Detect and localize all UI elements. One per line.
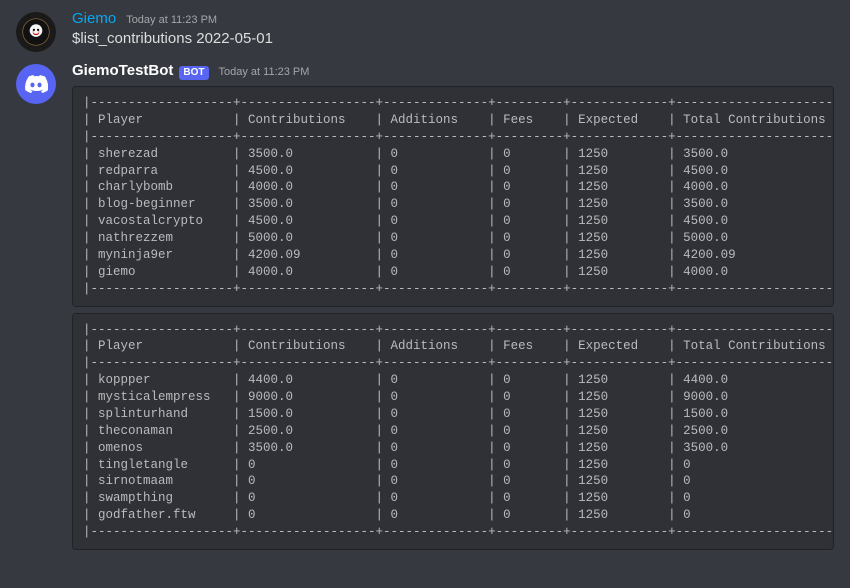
timestamp: Today at 11:23 PM — [126, 14, 217, 26]
code-block-table-2[interactable]: |-------------------+------------------+… — [72, 313, 834, 550]
message-text: $list_contributions 2022-05-01 — [72, 28, 834, 49]
username[interactable]: Giemo — [72, 10, 116, 27]
code-block-table-1[interactable]: |-------------------+------------------+… — [72, 86, 834, 307]
message-content: GiemoTestBot BOT Today at 11:23 PM |----… — [72, 62, 834, 556]
avatar-image-icon — [22, 18, 50, 46]
user-message: Giemo Today at 11:23 PM $list_contributi… — [0, 8, 850, 52]
username[interactable]: GiemoTestBot — [72, 62, 173, 79]
bot-badge: BOT — [179, 66, 208, 80]
message-header: Giemo Today at 11:23 PM — [72, 10, 834, 27]
bot-avatar[interactable] — [16, 64, 56, 104]
message-content: Giemo Today at 11:23 PM $list_contributi… — [72, 10, 834, 52]
message-header: GiemoTestBot BOT Today at 11:23 PM — [72, 62, 834, 80]
timestamp: Today at 11:23 PM — [219, 66, 310, 78]
user-avatar[interactable] — [16, 12, 56, 52]
message-list: Giemo Today at 11:23 PM $list_contributi… — [0, 0, 850, 556]
discord-logo-icon — [24, 72, 48, 96]
bot-message: GiemoTestBot BOT Today at 11:23 PM |----… — [0, 60, 850, 556]
